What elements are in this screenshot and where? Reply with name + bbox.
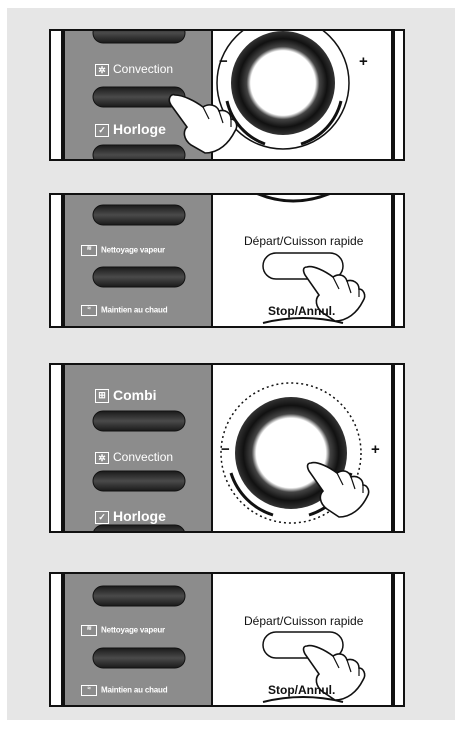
steam-clean-button[interactable] xyxy=(92,647,186,669)
convection-label: Convection xyxy=(113,62,174,76)
keep-warm-label: Maintien au chaud xyxy=(101,305,168,315)
steam-clean-button[interactable] xyxy=(92,266,186,288)
clock-icon: ✓ xyxy=(95,123,109,137)
stop-label: Stop/Annul. xyxy=(268,683,336,697)
horloge-label-row: ✓ Horloge xyxy=(95,121,166,137)
convection-label-row: ✲ Convection xyxy=(95,450,173,464)
horloge-button[interactable] xyxy=(92,144,186,159)
program-button[interactable] xyxy=(92,204,186,226)
steam-clean-label-row: ≋ Nettoyage vapeur xyxy=(81,625,165,636)
stop-label: Stop/Annul. xyxy=(268,304,336,318)
keep-warm-label-row: ≈ Maintien au chaud xyxy=(81,305,168,316)
keep-warm-label: Maintien au chaud xyxy=(101,685,168,695)
clock-icon: ✓ xyxy=(95,510,109,524)
panel-dial-convection: ✲ Convection ✓ Horloge − + xyxy=(49,29,405,161)
steam-clean-label-row: ≋ Nettoyage vapeur xyxy=(81,245,165,256)
panel-dial-combi: ⊞ Combi ✲ Convection ✓ Horloge − + xyxy=(49,363,405,533)
keep-warm-icon: ≈ xyxy=(81,305,97,316)
plus-sign: + xyxy=(359,53,368,70)
convection-label-row: ✲ Convection xyxy=(95,62,173,76)
keep-warm-label-row: ≈ Maintien au chaud xyxy=(81,685,168,696)
minus-sign: − xyxy=(219,53,228,70)
keep-warm-icon: ≈ xyxy=(81,685,97,696)
horloge-button[interactable] xyxy=(93,524,185,531)
steam-clean-icon: ≋ xyxy=(81,625,97,636)
plus-sign: + xyxy=(371,441,380,458)
convection-button[interactable] xyxy=(92,470,186,492)
minus-sign: − xyxy=(221,441,230,458)
steam-clean-icon: ≋ xyxy=(81,245,97,256)
panel-1-art xyxy=(61,31,395,159)
steam-clean-label: Nettoyage vapeur xyxy=(101,245,165,255)
combi-button[interactable] xyxy=(92,410,186,432)
horloge-label: Horloge xyxy=(113,121,166,137)
convection-icon: ✲ xyxy=(95,451,109,464)
combi-icon: ⊞ xyxy=(95,389,109,404)
program-button-top[interactable] xyxy=(92,31,186,44)
start-label: Départ/Cuisson rapide xyxy=(244,234,364,248)
steam-clean-label: Nettoyage vapeur xyxy=(101,625,165,635)
start-label: Départ/Cuisson rapide xyxy=(244,614,364,628)
combi-label: Combi xyxy=(113,387,157,403)
horloge-label: Horloge xyxy=(113,508,166,524)
panel-start-stop-2: ≋ Nettoyage vapeur ≈ Maintien au chaud Dép… xyxy=(49,572,405,707)
convection-label: Convection xyxy=(113,450,174,464)
combi-label-row: ⊞ Combi xyxy=(95,387,157,404)
horloge-label-row: ✓ Horloge xyxy=(95,508,166,524)
program-button[interactable] xyxy=(92,585,186,607)
convection-icon: ✲ xyxy=(95,63,109,76)
panel-start-stop-1: ≋ Nettoyage vapeur ≈ Maintien au chaud Dép… xyxy=(49,193,405,328)
